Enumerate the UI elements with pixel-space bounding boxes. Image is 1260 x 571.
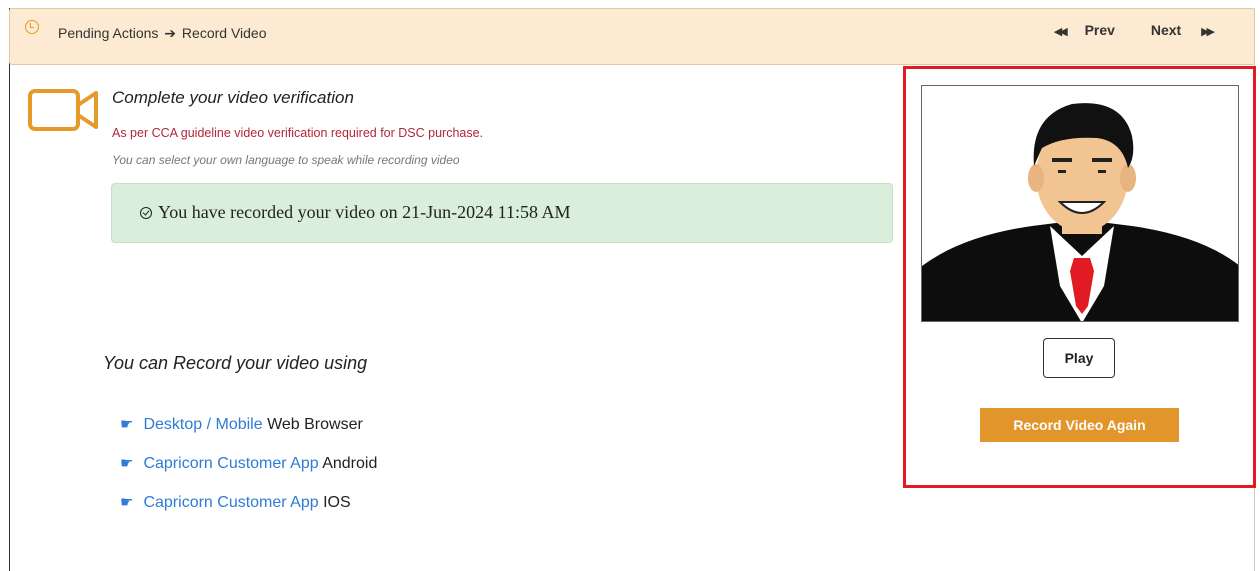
verification-title: Complete your video verification [112,88,354,107]
video-preview[interactable] [921,85,1239,322]
play-button[interactable]: Play [1043,338,1115,378]
option-item-ios: ☛ Capricorn Customer App IOS [120,493,351,512]
option-link-web[interactable]: Desktop / Mobile [143,416,262,433]
person-thumbnail [922,86,1238,321]
pointing-hand-icon: ☛ [120,455,134,472]
option-suffix: IOS [323,494,351,511]
breadcrumb-current: Record Video [181,25,267,41]
status-text: You have recorded your video on 21-Jun-2… [158,202,571,222]
prev-label: Prev [1084,22,1115,38]
options-heading: You can Record your video using [103,353,368,373]
breadcrumb: Pending Actions ➔ Record Video [58,25,267,42]
option-link-android[interactable]: Capricorn Customer App [143,455,318,472]
double-left-icon: ◀◀ [1053,26,1068,38]
next-button[interactable]: Next ▶▶ [1135,22,1215,38]
video-camera-icon [28,89,98,131]
record-again-button[interactable]: Record Video Again [980,408,1179,442]
check-circle-icon [140,207,152,219]
option-item-android: ☛ Capricorn Customer App Android [120,454,377,473]
option-item-web: ☛ Desktop / Mobile Web Browser [120,415,363,434]
pager: ◀◀ Prev Next ▶▶ [1022,22,1215,38]
option-suffix: Web Browser [267,416,363,433]
language-note: You can select your own language to spea… [112,153,460,167]
option-suffix: Android [322,455,378,472]
pointing-hand-icon: ☛ [120,416,134,433]
status-alert: You have recorded your video on 21-Jun-2… [111,183,893,243]
status-message: You have recorded your video on 21-Jun-2… [140,202,570,223]
breadcrumb-parent[interactable]: Pending Actions [58,25,158,41]
double-right-icon: ▶▶ [1201,26,1215,38]
clock-icon [25,20,39,34]
pointing-hand-icon: ☛ [120,494,134,511]
option-link-ios[interactable]: Capricorn Customer App [143,494,318,511]
prev-button[interactable]: ◀◀ Prev [1038,22,1115,38]
arrow-right-icon: ➔ [160,25,180,41]
next-label: Next [1150,22,1182,38]
guideline-text: As per CCA guideline video verification … [112,126,484,140]
